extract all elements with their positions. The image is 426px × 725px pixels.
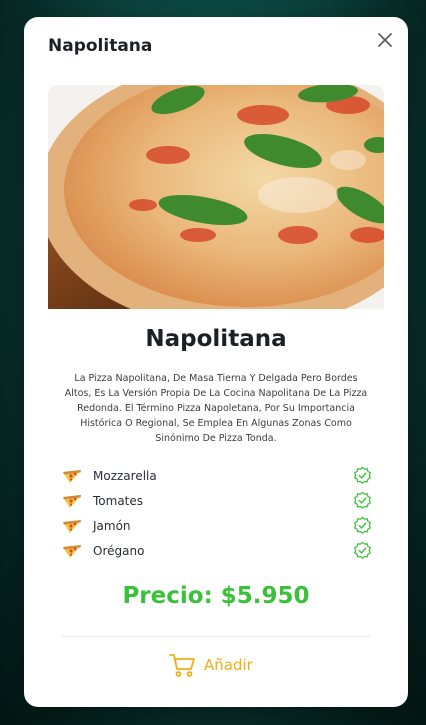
close-button[interactable] — [376, 31, 394, 49]
modal-header: Napolitana — [24, 17, 408, 79]
product-description: La Pizza Napolitana, De Masa Tierna Y De… — [64, 373, 368, 444]
check-badge-icon — [353, 541, 372, 559]
ingredient-label: Mozzarella — [93, 468, 157, 483]
product-image — [48, 85, 384, 309]
check-badge-icon — [353, 516, 372, 534]
modal-title: Napolitana — [48, 36, 153, 56]
pizza-photo — [48, 85, 384, 309]
cart-icon — [169, 654, 195, 677]
list-item: Jamón — [62, 513, 372, 538]
pizza-slice-icon — [63, 494, 81, 508]
add-button-label: Añadir — [204, 656, 253, 674]
ingredient-label: Orégano — [93, 543, 145, 558]
pizza-slice-icon — [63, 519, 81, 533]
list-item: Tomates — [62, 488, 372, 513]
product-modal: Napolitana Napolitana La Pizza Napolitan… — [24, 17, 408, 707]
add-to-cart-button[interactable]: Añadir — [168, 650, 268, 680]
ingredient-label: Jamón — [93, 518, 131, 533]
divider — [62, 636, 370, 637]
ingredient-list: Mozzarella Tomates Jamón Orégano — [62, 463, 372, 563]
pizza-slice-icon — [63, 469, 81, 483]
list-item: Orégano — [62, 538, 372, 563]
check-badge-icon — [353, 466, 372, 484]
price-label: Precio: $5.950 — [122, 583, 310, 609]
pizza-slice-icon — [63, 544, 81, 558]
ingredient-label: Tomates — [93, 493, 144, 508]
product-name: Napolitana — [145, 326, 287, 352]
list-item: Mozzarella — [62, 463, 372, 488]
check-badge-icon — [353, 491, 372, 509]
close-icon — [378, 33, 392, 47]
